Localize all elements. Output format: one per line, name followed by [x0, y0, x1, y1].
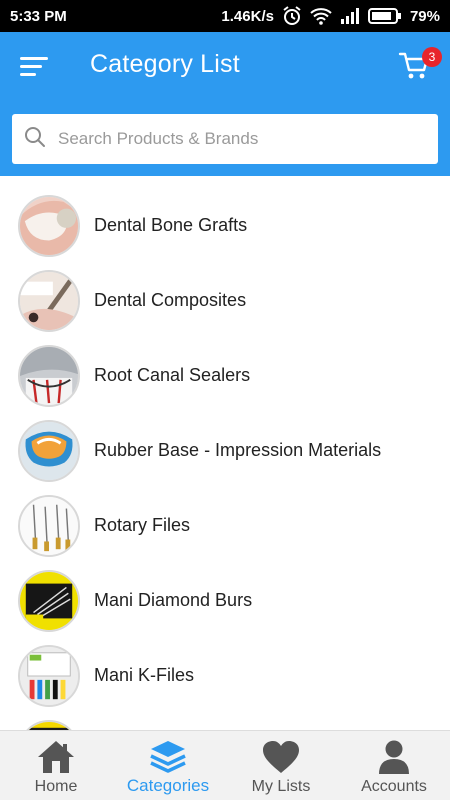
category-thumbnail: [18, 344, 80, 407]
signal-icon: [340, 8, 360, 24]
layers-icon: [150, 741, 186, 773]
battery-icon: [367, 8, 402, 24]
home-icon: [38, 741, 74, 773]
nav-home[interactable]: Home: [0, 731, 112, 800]
category-item[interactable]: Rubber Base - Impression Materials: [0, 413, 450, 488]
category-thumbnail: [18, 269, 80, 332]
alarm-icon: [282, 6, 302, 26]
category-list: Dental Bone Grafts Dental Composites Roo…: [0, 185, 450, 730]
category-item[interactable]: Rotary Files: [0, 488, 450, 563]
nav-categories[interactable]: Categories: [112, 731, 224, 800]
category-item[interactable]: Mani K-Files: [0, 638, 450, 713]
category-label: Rotary Files: [94, 515, 191, 535]
heart-icon: [263, 741, 299, 773]
status-indicators: 1.46K/s 79%: [221, 6, 440, 26]
search-bar[interactable]: [12, 114, 438, 164]
category-label: Mani Diamond Burs: [94, 590, 253, 610]
category-thumbnail: [18, 494, 80, 557]
hamburger-menu-icon[interactable]: [20, 54, 50, 80]
wifi-icon: [310, 7, 332, 25]
user-icon: [379, 740, 409, 774]
app-bar: Category List 3: [0, 32, 450, 176]
network-speed: 1.46K/s: [221, 7, 274, 25]
battery-percent: 79%: [409, 7, 440, 25]
bottom-navigation: Home Categories My Lists Accounts: [0, 730, 450, 800]
category-thumbnail: [18, 719, 80, 730]
status-time: 5:33 PM: [10, 7, 67, 25]
category-label: Dental Composites: [94, 290, 247, 310]
category-thumbnail: [18, 194, 80, 257]
nav-accounts-label: Accounts: [361, 778, 427, 795]
search-icon: [24, 126, 46, 153]
nav-my-lists-label: My Lists: [251, 778, 311, 795]
nav-home-label: Home: [34, 778, 78, 795]
category-label: Dental Bone Grafts: [94, 215, 248, 235]
page-title: Category List: [90, 50, 240, 78]
cart-count-badge: 3: [422, 47, 442, 67]
category-thumbnail: [18, 569, 80, 632]
nav-categories-label: Categories: [126, 776, 210, 795]
category-item[interactable]: Mani Diamond Burs: [0, 563, 450, 638]
category-item[interactable]: Dental Composites: [0, 263, 450, 338]
category-label: Rubber Base - Impression Materials: [94, 440, 382, 460]
category-item[interactable]: [0, 713, 450, 730]
category-thumbnail: [18, 644, 80, 707]
category-item[interactable]: Dental Bone Grafts: [0, 188, 450, 263]
nav-my-lists[interactable]: My Lists: [225, 731, 337, 800]
search-input[interactable]: [58, 129, 418, 149]
nav-accounts[interactable]: Accounts: [338, 731, 450, 800]
category-label: Mani K-Files: [94, 665, 195, 685]
status-bar: 5:33 PM 1.46K/s 79%: [0, 0, 450, 32]
category-item[interactable]: Root Canal Sealers: [0, 338, 450, 413]
category-label: Root Canal Sealers: [94, 365, 251, 385]
category-thumbnail: [18, 419, 80, 482]
